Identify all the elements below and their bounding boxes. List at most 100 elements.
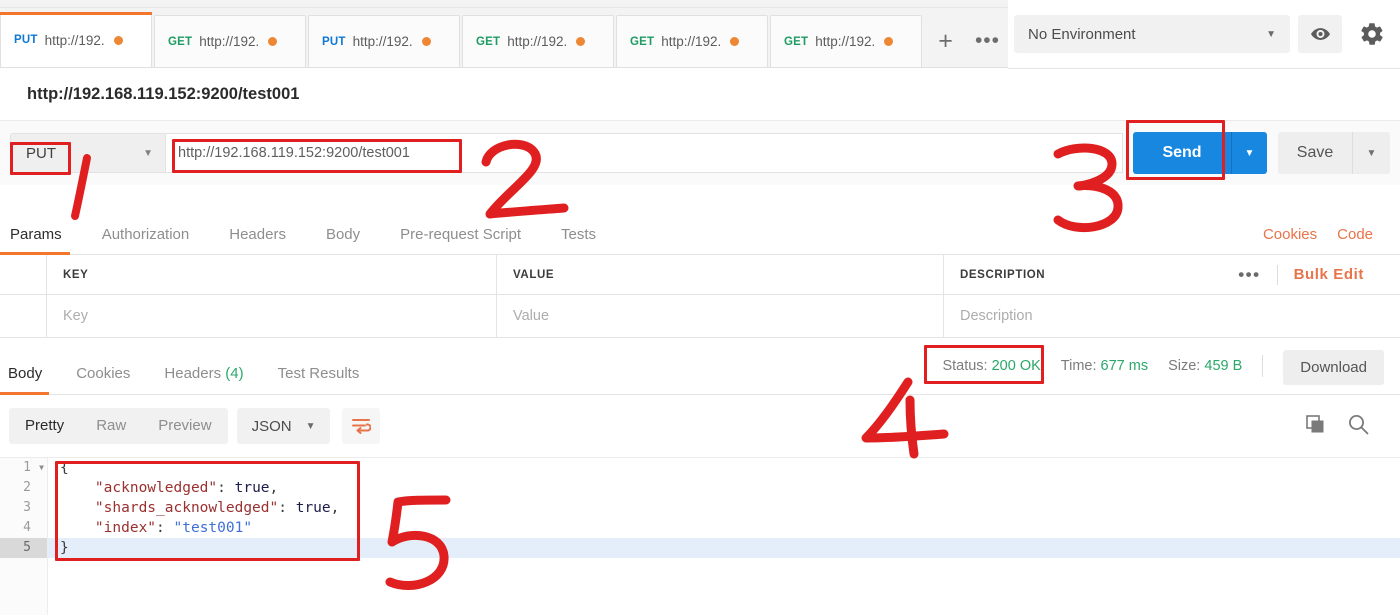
tab-method-badge: GET: [168, 35, 193, 48]
environment-bar: No Environment ▼: [1008, 0, 1400, 69]
tab-method-badge: GET: [784, 35, 809, 48]
line-number: 4: [23, 520, 31, 535]
time-label: Time:: [1060, 357, 1097, 374]
code-token: "acknowledged": [60, 480, 218, 496]
download-button[interactable]: Download: [1283, 350, 1384, 385]
tab-overflow-menu-icon[interactable]: •••: [967, 15, 1008, 67]
environment-quick-look-button[interactable]: [1298, 15, 1342, 53]
response-body-viewer: 1 ▼ 2 3 4 5 { "acknowledged": true, "sha…: [0, 457, 1400, 615]
send-button-group: Send ▼ Save ▼: [1133, 132, 1390, 174]
line-number-gutter: 1 ▼ 2 3 4 5: [0, 458, 48, 615]
table-header-row: KEY VALUE DESCRIPTION ••• Bulk Edit: [0, 255, 1400, 295]
gear-icon: [1361, 23, 1383, 45]
response-actions: [1306, 414, 1391, 438]
request-tab[interactable]: PUT http://192.: [0, 12, 152, 67]
time-value: 677 ms: [1100, 357, 1149, 374]
code-line: "shards_acknowledged": true,: [48, 498, 1400, 518]
word-wrap-button[interactable]: [342, 408, 381, 444]
code-token: "index": [60, 520, 157, 536]
tab-unsaved-dot-icon: [421, 37, 431, 46]
response-headers-count: (4): [225, 365, 244, 382]
send-button[interactable]: Send: [1133, 132, 1231, 174]
code-line: {: [48, 458, 1400, 478]
code-link[interactable]: Code: [1337, 226, 1373, 243]
cookies-link[interactable]: Cookies: [1263, 226, 1317, 243]
tab-authorization[interactable]: Authorization: [82, 226, 210, 254]
tab-unsaved-dot-icon: [268, 37, 278, 46]
tab-headers[interactable]: Headers: [209, 226, 306, 254]
response-tab-body[interactable]: Body: [0, 365, 59, 395]
chevron-down-icon: ▼: [143, 147, 153, 159]
copy-icon: [1306, 414, 1324, 432]
chevron-down-icon: ▼: [1266, 28, 1276, 40]
code-fold-icon[interactable]: ▼: [39, 458, 44, 478]
tab-url-label: http://192.: [507, 34, 568, 49]
code-token: "shards_acknowledged": [60, 500, 279, 516]
status-value: 200 OK: [991, 357, 1041, 374]
search-button[interactable]: [1348, 414, 1369, 438]
line-number: 3: [23, 500, 31, 515]
tab-url-label: http://192.: [199, 34, 260, 49]
response-format-selector[interactable]: JSON ▼: [236, 408, 331, 444]
url-bar-row: PUT ▼ http://192.168.119.152:9200/test00…: [0, 121, 1400, 185]
table-more-options-icon[interactable]: •••: [1238, 265, 1260, 285]
code-token: ,: [269, 480, 279, 496]
response-view-switcher: Pretty Raw Preview: [9, 408, 228, 444]
request-tab[interactable]: PUT http://192.: [308, 15, 460, 67]
view-pretty-button[interactable]: Pretty: [9, 408, 80, 444]
code-token: {: [60, 460, 69, 476]
request-tab[interactable]: GET http://192.: [770, 15, 922, 67]
request-tab[interactable]: GET http://192.: [616, 15, 768, 67]
line-number: 5: [0, 538, 47, 558]
save-options-button[interactable]: ▼: [1352, 132, 1390, 174]
table-actions: ••• Bulk Edit: [1238, 264, 1384, 285]
tab-tests[interactable]: Tests: [541, 226, 616, 254]
settings-button[interactable]: [1350, 15, 1394, 53]
request-title: http://192.168.119.152:9200/test001: [0, 69, 1400, 121]
copy-button[interactable]: [1306, 414, 1326, 438]
new-tab-button[interactable]: +: [924, 15, 967, 67]
status-label: Status:: [942, 357, 988, 374]
param-description-input[interactable]: Description: [944, 295, 1400, 337]
postman-window: PUT http://192. GET http://192. PUT http…: [0, 0, 1400, 615]
tab-params[interactable]: Params: [0, 226, 82, 255]
tab-pre-request-script[interactable]: Pre-request Script: [380, 226, 541, 254]
response-code-lines[interactable]: { "acknowledged": true, "shards_acknowle…: [48, 458, 1400, 615]
query-params-table: KEY VALUE DESCRIPTION ••• Bulk Edit Key …: [0, 255, 1400, 338]
row-checkbox-cell[interactable]: [0, 295, 47, 337]
param-value-input[interactable]: Value: [497, 295, 944, 337]
view-raw-button[interactable]: Raw: [80, 408, 142, 444]
tab-method-badge: GET: [476, 35, 501, 48]
size-label: Size:: [1168, 357, 1201, 374]
table-row: Key Value Description: [0, 295, 1400, 338]
environment-selector[interactable]: No Environment ▼: [1014, 15, 1290, 53]
http-method-selector[interactable]: PUT ▼: [10, 133, 165, 173]
response-format-value: JSON: [251, 417, 292, 435]
request-tab[interactable]: GET http://192.: [154, 15, 306, 67]
line-number-value: 1: [23, 460, 31, 475]
tab-unsaved-dot-icon: [884, 37, 894, 46]
tab-url-label: http://192.: [44, 32, 105, 48]
request-tabs-right-links: Cookies Code: [1263, 226, 1400, 254]
code-token: :: [278, 500, 296, 516]
time-indicator: Time: 677 ms: [1061, 358, 1148, 374]
response-tab-test-results[interactable]: Test Results: [261, 365, 377, 394]
request-tab[interactable]: GET http://192.: [462, 15, 614, 67]
select-all-cell[interactable]: [0, 255, 47, 294]
response-tab-headers[interactable]: Headers (4): [147, 365, 260, 394]
url-input[interactable]: http://192.168.119.152:9200/test001: [165, 133, 1123, 173]
send-options-button[interactable]: ▼: [1231, 132, 1267, 174]
size-value: 459 B: [1204, 357, 1243, 374]
response-meta: Status: 200 OK Time: 677 ms Size: 459 B …: [942, 350, 1400, 394]
save-button[interactable]: Save: [1278, 132, 1352, 174]
tab-body[interactable]: Body: [306, 226, 380, 254]
response-tab-cookies[interactable]: Cookies: [59, 365, 147, 394]
request-section-tabs: Params Authorization Headers Body Pre-re…: [0, 207, 1400, 255]
bulk-edit-link[interactable]: Bulk Edit: [1294, 266, 1364, 283]
param-key-input[interactable]: Key: [47, 295, 497, 337]
view-preview-button[interactable]: Preview: [142, 408, 227, 444]
code-line: "acknowledged": true,: [48, 478, 1400, 498]
size-indicator: Size: 459 B: [1168, 358, 1242, 374]
tab-url-label: http://192.: [352, 34, 413, 49]
chevron-down-icon: ▼: [305, 420, 316, 432]
